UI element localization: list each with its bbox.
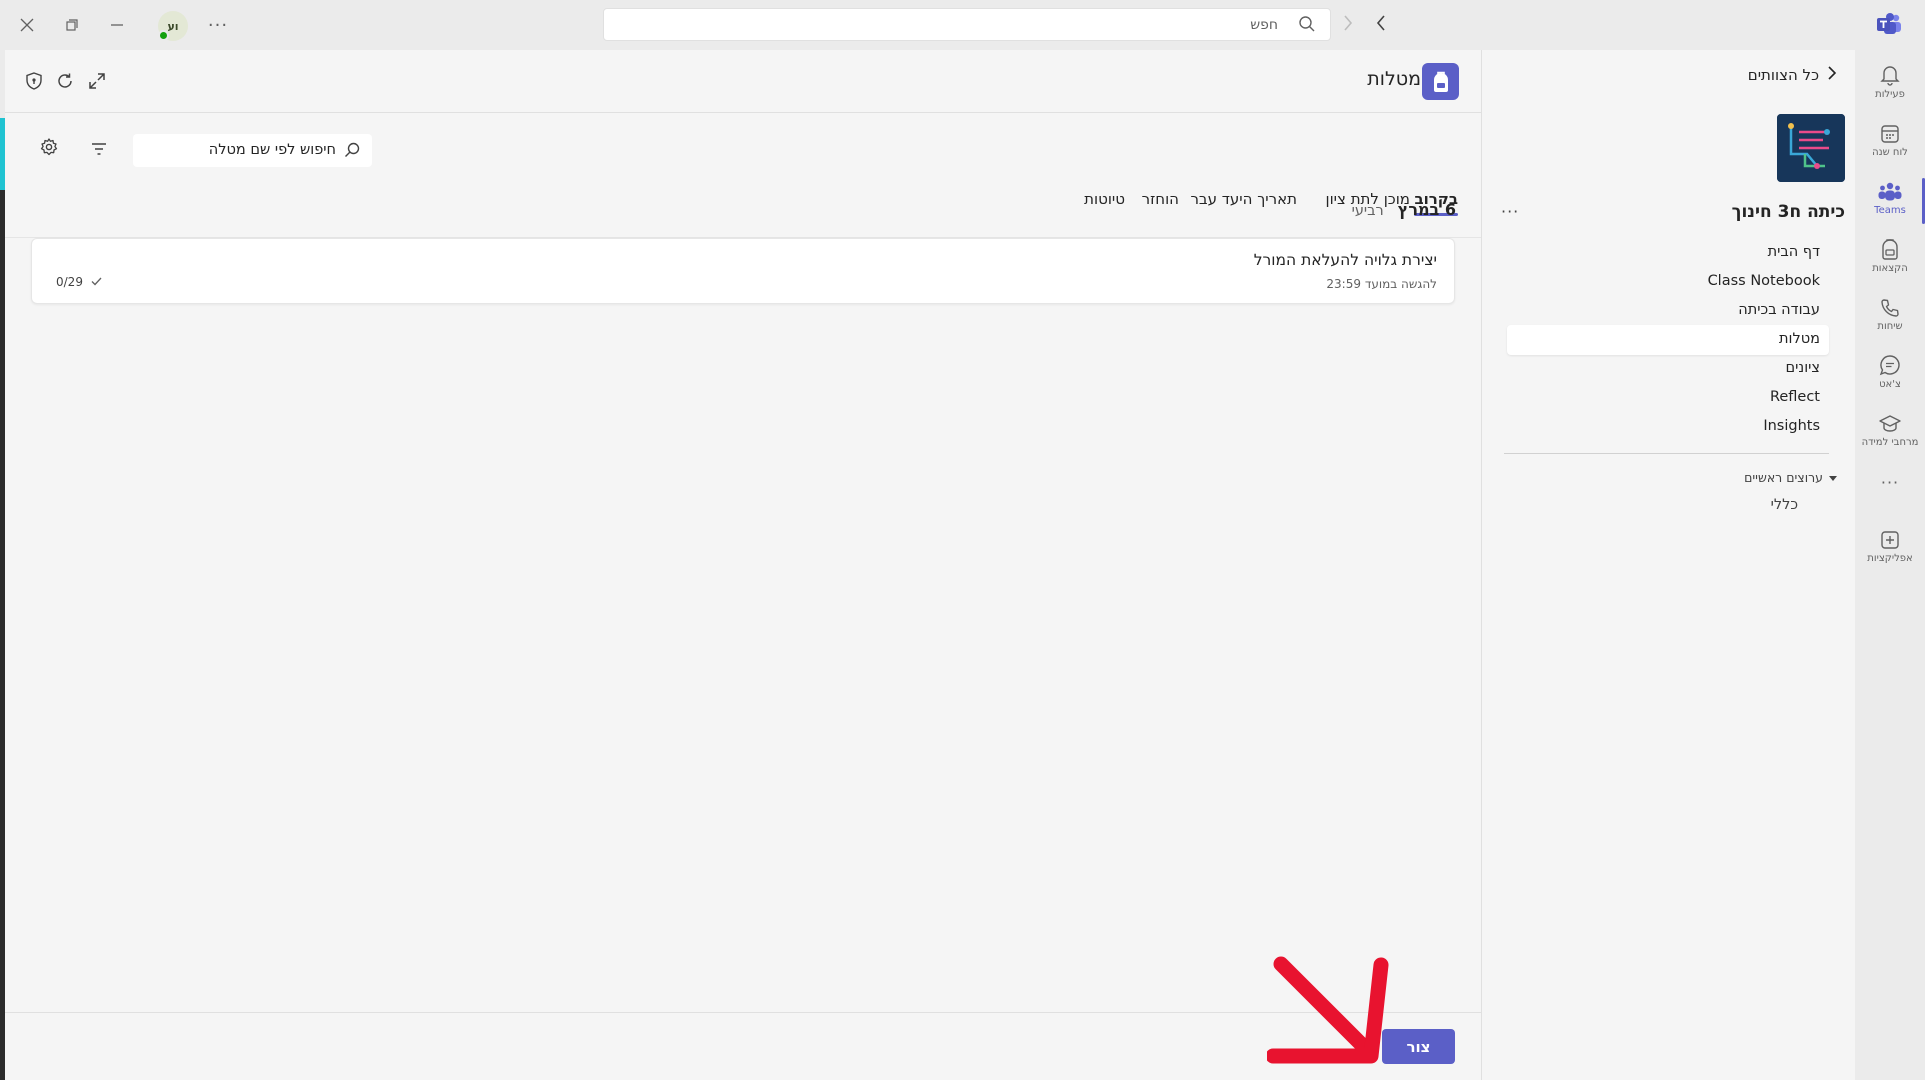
caret-down-icon <box>1829 470 1837 485</box>
rail-label: צ'אט <box>1879 379 1901 390</box>
page-title: מטלות <box>1367 68 1421 90</box>
filter-icon[interactable] <box>91 140 107 159</box>
channel-item-general[interactable]: כללי <box>1771 497 1798 513</box>
graduation-cap-icon <box>1878 406 1902 434</box>
date-label: 6 במרץ <box>1397 200 1456 219</box>
team-name: כיתה ח3 חינוך <box>1731 202 1845 222</box>
rail-label: לוח שנה <box>1872 147 1908 158</box>
avatar-initials: וע <box>167 19 179 33</box>
rail-label: מרחבי למידה <box>1861 437 1919 448</box>
assignments-app-icon <box>1422 63 1459 100</box>
rail-item-teams[interactable]: Teams <box>1855 174 1925 230</box>
add-apps-icon <box>1880 522 1900 550</box>
channel-item-grades[interactable]: ציונים <box>1786 360 1820 376</box>
team-panel: כל הצוותים כיתה ח3 חינוך ··· דף הבית Cla… <box>1481 50 1855 1080</box>
rail-item-calls[interactable]: שיחות <box>1855 290 1925 346</box>
search-input[interactable]: חפש <box>603 8 1331 41</box>
teams-icon <box>1878 174 1902 202</box>
rail-label: הקצאות <box>1872 263 1908 274</box>
shield-icon[interactable] <box>22 69 46 93</box>
rail-item-calendar[interactable]: לוח שנה <box>1855 116 1925 172</box>
title-bar: וע ··· חפש <box>0 0 1925 50</box>
search-icon <box>1298 15 1316 37</box>
divider <box>1504 453 1829 454</box>
channel-item-class-notebook[interactable]: Class Notebook <box>1708 273 1820 289</box>
chat-icon <box>1879 348 1901 376</box>
tabs-bar <box>5 113 1481 238</box>
more-icon: ··· <box>1880 473 1900 492</box>
assignment-title: יצירת גלויה להעלאת המורל <box>1253 251 1437 269</box>
close-icon[interactable] <box>13 11 41 39</box>
more-options-button[interactable]: ··· <box>204 11 232 39</box>
presence-available-icon <box>158 30 169 41</box>
rail-item-chat[interactable]: צ'אט <box>1855 348 1925 404</box>
rail-item-assignments[interactable]: הקצאות <box>1855 232 1925 288</box>
turned-in-count-label: 0/29 <box>56 275 83 289</box>
assignment-due: להגשה במועד 23:59 <box>1326 277 1437 291</box>
expand-icon[interactable] <box>85 69 109 93</box>
annotation-arrow-icon <box>1267 956 1389 1064</box>
main-channels-label: ערוצים ראשיים <box>1744 470 1823 485</box>
footer-divider <box>5 1012 1481 1013</box>
date-group-header: 6 במרץ רביעי <box>1352 200 1456 219</box>
main-header: מטלות <box>5 50 1481 113</box>
assignments-main: מטלות בקרוב מוכן לתת ציון תאריך היעד עבר… <box>5 50 1481 1080</box>
team-avatar <box>1777 114 1845 182</box>
rail-item-activity[interactable]: פעילות <box>1855 58 1925 114</box>
teams-logo-icon <box>1876 12 1902 36</box>
channel-item-home[interactable]: דף הבית <box>1768 244 1820 260</box>
rail-label: שיחות <box>1877 321 1903 332</box>
rail-label: Teams <box>1874 205 1906 216</box>
channel-item-assignments[interactable]: מטלות <box>1779 331 1820 347</box>
calendar-icon <box>1880 116 1900 144</box>
chevron-right-icon <box>1827 65 1837 85</box>
search-placeholder: חפש <box>1250 17 1278 33</box>
weekday-label: רביעי <box>1351 203 1384 219</box>
backpack-icon <box>1880 232 1900 260</box>
refresh-icon[interactable] <box>53 69 77 93</box>
team-more-options-button[interactable]: ··· <box>1501 202 1519 221</box>
forward-arrow-icon[interactable] <box>1342 13 1354 37</box>
turned-in-count: 0/29 <box>56 275 102 289</box>
tab-returned[interactable]: הוחזר <box>1142 190 1179 208</box>
rail-label: אפליקציות <box>1867 553 1913 564</box>
rail-item-more[interactable]: ··· <box>1855 464 1925 520</box>
assignment-search-input[interactable]: חיפוש לפי שם מטלה <box>133 134 372 167</box>
rail-item-learning[interactable]: מרחבי למידה <box>1855 406 1925 462</box>
main-channels-header[interactable]: ערוצים ראשיים <box>1744 470 1837 485</box>
avatar[interactable]: וע <box>158 11 188 41</box>
channel-item-classwork[interactable]: עבודה בכיתה <box>1738 302 1820 318</box>
tab-drafts[interactable]: טיוטות <box>1084 190 1125 208</box>
search-icon <box>344 142 360 162</box>
assignment-card[interactable]: יצירת גלויה להעלאת המורל להגשה במועד 23:… <box>31 238 1455 304</box>
phone-icon <box>1880 290 1900 318</box>
back-to-all-teams-button[interactable]: כל הצוותים <box>1748 65 1837 85</box>
settings-gear-icon[interactable] <box>40 138 58 160</box>
rail-item-apps[interactable]: אפליקציות <box>1855 522 1925 578</box>
back-arrow-icon[interactable] <box>1375 13 1387 37</box>
channel-item-reflect[interactable]: Reflect <box>1770 389 1820 405</box>
channel-item-insights[interactable]: Insights <box>1763 418 1820 434</box>
checkmark-icon <box>91 275 102 289</box>
rail-label: פעילות <box>1875 89 1905 100</box>
app-rail: פעילות לוח שנה Teams הקצאות שיחות צ'אט מ… <box>1855 50 1925 1080</box>
restore-icon[interactable] <box>58 11 86 39</box>
back-label: כל הצוותים <box>1747 66 1819 84</box>
assignment-search-placeholder: חיפוש לפי שם מטלה <box>208 142 336 158</box>
tab-past-due[interactable]: תאריך היעד עבר <box>1190 190 1297 208</box>
bell-icon <box>1880 58 1900 86</box>
minimize-icon[interactable] <box>103 11 131 39</box>
